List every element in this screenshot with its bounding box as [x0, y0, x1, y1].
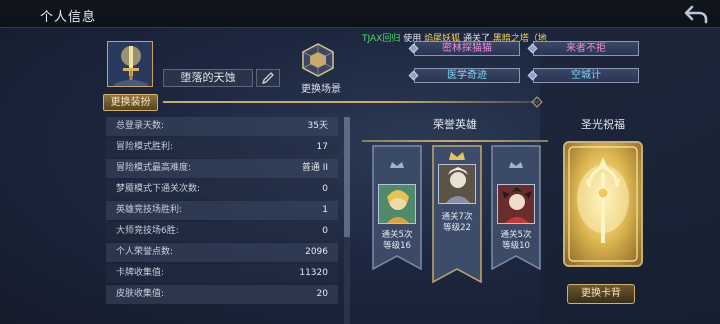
title-tag-label: 来者不拒 [566, 43, 606, 54]
stat-value: 20 [316, 289, 328, 299]
stat-value: 0 [322, 226, 328, 236]
honor-heroes-title: 荣誉英雄 [433, 118, 477, 131]
stat-row: 冒险模式胜利: 17 [106, 138, 338, 157]
stat-row: 英雄竞技场胜利: 1 [106, 201, 338, 220]
title-tag-3[interactable]: 医学奇迹 [408, 68, 520, 83]
stat-row: 大师竞技场6胜: 0 [106, 222, 338, 241]
stat-label: 英雄竞技场胜利: [116, 205, 183, 215]
cube-scene-icon [302, 43, 334, 77]
title-tag-1[interactable]: 密林探猫猫 [408, 41, 520, 56]
title-tag-label: 医学奇迹 [447, 70, 487, 81]
title-tag-label: 密林探猫猫 [442, 43, 492, 54]
change-card-back-button[interactable]: 更换卡背 [567, 284, 635, 304]
hero-portrait-2 [438, 164, 476, 204]
stat-value: 1 [322, 205, 328, 215]
stat-label: 冒险模式最高难度: [116, 163, 192, 173]
stat-label: 个人荣誉点数: [116, 247, 174, 257]
back-arrow-icon [684, 5, 708, 24]
hero-portrait-1 [378, 184, 416, 224]
stat-row: 皮肤收集值: 20 [106, 285, 338, 304]
honor-hero-banner-1[interactable]: 通关5次 等级16 [371, 144, 423, 284]
title-tag-4[interactable]: 空城计 [527, 68, 639, 83]
stat-value: 11320 [299, 268, 328, 278]
hero-portrait-icon [498, 185, 534, 223]
scroll-thumb[interactable] [344, 117, 350, 237]
stats-scrollbar[interactable] [344, 117, 350, 324]
back-button[interactable] [680, 2, 712, 26]
broadcast-player: TJAX回归 [362, 34, 401, 44]
stat-row: 冒险模式最高难度: 普通 II [106, 159, 338, 178]
stat-row: 个人荣誉点数: 2096 [106, 243, 338, 262]
player-title-name: 堕落的天蚀 [163, 69, 253, 87]
card-back-preview[interactable] [563, 141, 643, 267]
hero-portrait-icon [439, 165, 475, 203]
title-tag-2[interactable]: 来者不拒 [527, 41, 639, 56]
change-outfit-button[interactable]: 更换装扮 [103, 94, 158, 111]
hero-portrait-3 [497, 184, 535, 224]
holy-trident-icon [568, 146, 638, 262]
stat-label: 皮肤收集值: [116, 289, 165, 299]
hero-level: 等级16 [383, 241, 411, 251]
title-tag-label: 空城计 [571, 70, 601, 81]
honor-hero-banner-2[interactable]: 通关7次 等级22 [431, 144, 483, 284]
stat-row: 梦魇模式下通关次数: 0 [106, 180, 338, 199]
stat-row: 总登录天数: 35天 [106, 117, 338, 136]
hero-portrait-icon [379, 185, 415, 223]
top-bar: 个人信息 [0, 0, 720, 28]
stat-value: 普通 II [301, 163, 328, 173]
stat-label: 卡牌收集值: [116, 268, 165, 278]
sword-icon [108, 42, 152, 86]
stat-label: 冒险模式胜利: [116, 142, 174, 152]
stat-label: 大师竞技场6胜: [116, 226, 179, 236]
page-title: 个人信息 [40, 10, 97, 25]
pencil-icon [261, 72, 274, 85]
stat-row: 卡牌收集值: 11320 [106, 264, 338, 283]
change-scene-button[interactable] [300, 42, 336, 78]
stat-value: 35天 [307, 121, 328, 131]
edit-name-button[interactable] [256, 69, 280, 87]
change-scene-label: 更换场景 [301, 84, 341, 95]
stat-value: 17 [316, 142, 328, 152]
honor-divider [362, 140, 548, 142]
divider-line [163, 101, 539, 103]
hero-level: 等级22 [443, 223, 471, 233]
hero-clears: 通关7次 [441, 212, 473, 222]
card-back-title: 圣光祝福 [581, 118, 625, 131]
hero-clears: 通关5次 [381, 230, 413, 240]
stat-value: 0 [322, 184, 328, 194]
stat-label: 梦魇模式下通关次数: [116, 184, 201, 194]
hero-clears: 通关5次 [500, 230, 532, 240]
stat-value: 2096 [305, 247, 328, 257]
hero-level: 等级10 [502, 241, 530, 251]
player-avatar[interactable] [107, 41, 153, 87]
stats-list: 总登录天数: 35天 冒险模式胜利: 17 冒险模式最高难度: 普通 II 梦魇… [106, 117, 338, 324]
stat-label: 总登录天数: [116, 121, 165, 131]
honor-hero-banner-3[interactable]: 通关5次 等级10 [490, 144, 542, 284]
